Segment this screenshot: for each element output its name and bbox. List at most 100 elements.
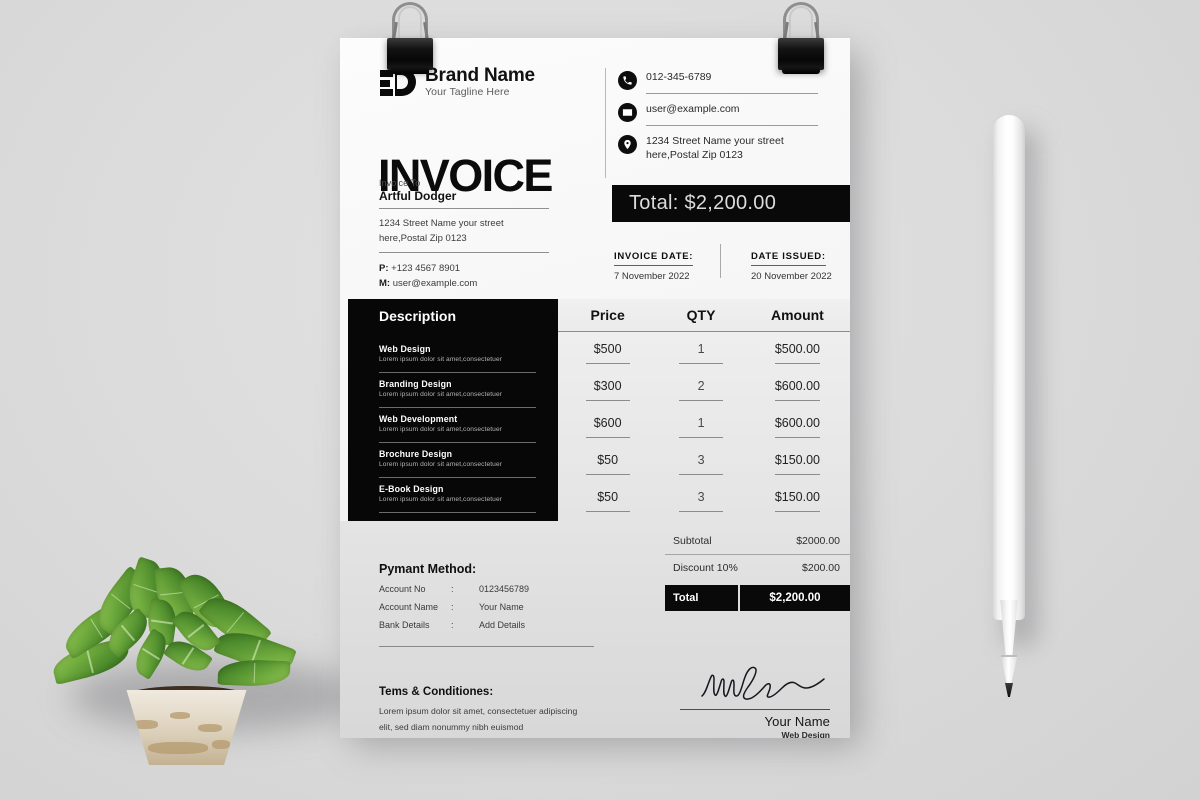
phone-prefix: P: (379, 263, 389, 275)
contact-block: 012-345-6789 user@example.com 1234 Stree… (618, 70, 818, 170)
item-title: Web Development (379, 414, 458, 424)
contact-email: user@example.com (618, 102, 818, 122)
invoice-to-address: 1234 Street Name your street here,Postal… (379, 217, 549, 246)
col-header-amount: Amount (770, 307, 824, 323)
item-price: $50 (585, 453, 630, 476)
item-amount: $600.00 (774, 379, 820, 401)
item-price: $300 (585, 379, 630, 401)
values-column: $500 1 $500.00 $300 2 $600.00 $600 1 $60… (558, 332, 850, 521)
item-qty: 3 (679, 453, 724, 476)
item-amount: $150.00 (774, 453, 820, 476)
payment-row: Account Name : Your Name (379, 602, 594, 612)
binder-clip-left (379, 0, 441, 76)
payment-value: Your Name (479, 602, 524, 612)
terms-line-1: Lorem ipsum dolor sit amet, consectetuer… (379, 706, 578, 716)
item-price: $600 (585, 416, 630, 438)
terms-line-2: elit, sed diam nonummy nibh euismod (379, 721, 524, 732)
table-row-values: $50 3 $150.00 (558, 483, 850, 520)
brand-name: Brand Name (425, 65, 535, 86)
payment-key: Account No (379, 584, 426, 594)
table-row: Brochure Design Lorem ipsum dolor sit am… (348, 443, 558, 478)
payment-row: Account No : 0123456789 (379, 584, 594, 594)
item-sub: Lorem ipsum dolor sit amet,consectetuer (379, 426, 503, 433)
mail-prefix: M: (379, 278, 391, 290)
date-issued-value: 20 November 2022 (751, 271, 832, 282)
invoice-to-label: Invoice To (379, 178, 421, 188)
payment-key: Bank Details (379, 620, 430, 630)
total-value: $2,200.00 (769, 592, 821, 604)
item-sub: Lorem ipsum dolor sit amet,consectetuer (379, 391, 503, 398)
table-row: Web Development Lorem ipsum dolor sit am… (348, 408, 558, 443)
table-row: E-Book Design Lorem ipsum dolor sit amet… (348, 478, 558, 513)
phone-value: +123 4567 8901 (391, 263, 461, 275)
dates-block: INVOICE DATE: 7 November 2022 DATE ISSUE… (614, 246, 844, 282)
payment-value: 0123456789 (479, 584, 530, 594)
item-sub: Lorem ipsum dolor sit amet,consectetuer (379, 461, 503, 468)
invoice-to-name: Artful Dodger (379, 189, 457, 203)
col-header-description: Description (348, 299, 558, 332)
contact-address-text: 1234 Street Name your street here,Postal… (646, 135, 784, 162)
item-qty: 3 (679, 490, 724, 513)
scene: Brand Name Your Tagline Here INVOICE 012… (0, 0, 1200, 800)
item-title: Brochure Design (379, 449, 453, 459)
invoice-to-block: Invoice To Artful Dodger 1234 Street Nam… (379, 178, 549, 300)
contact-address: 1234 Street Name your street here,Postal… (618, 134, 818, 167)
header-divider (605, 68, 606, 178)
col-header-price: Price (590, 307, 625, 323)
terms-body: Lorem ipsum dolor sit amet, consectetuer… (379, 704, 589, 736)
dates-divider (720, 244, 721, 278)
item-title: Branding Design (379, 379, 452, 389)
invoice-date-value: 7 November 2022 (614, 271, 690, 282)
payment-sep: : (451, 602, 454, 612)
payment-row: Bank Details : Add Details (379, 620, 594, 630)
table-row-values: $600 1 $600.00 (558, 408, 850, 445)
item-qty: 1 (679, 342, 724, 364)
item-sub: Lorem ipsum dolor sit amet,consectetuer (379, 356, 503, 363)
col-header-qty: QTY (686, 307, 716, 323)
items-table: Description Price QTY Amount Web Design … (348, 299, 850, 521)
pen-tip-icon (1005, 683, 1013, 697)
invoice-paper: Brand Name Your Tagline Here INVOICE 012… (340, 38, 850, 738)
item-price: $500 (585, 342, 630, 364)
item-title: E-Book Design (379, 484, 444, 494)
items-table-header: Description Price QTY Amount (348, 299, 850, 332)
subtotal-label: Subtotal (673, 535, 712, 547)
signature-name: Your Name (764, 714, 830, 729)
payment-sep: : (451, 620, 454, 630)
payment-method-title: Pymant Method: (379, 562, 477, 576)
payment-sep: : (451, 584, 454, 594)
contact-email-text: user@example.com (646, 103, 740, 115)
address-line-2: here,Postal Zip 0123 (379, 232, 467, 244)
table-row: Branding Design Lorem ipsum dolor sit am… (348, 373, 558, 408)
signature-role: Web Design (781, 730, 831, 738)
terms-title: Tems & Conditiones: (379, 686, 494, 698)
phone-icon (618, 71, 637, 90)
address-line-1: 1234 Street Name your street (379, 218, 504, 229)
invoice-date-col: INVOICE DATE: 7 November 2022 (614, 246, 729, 282)
item-price: $50 (585, 490, 630, 513)
table-row-values: $50 3 $150.00 (558, 446, 850, 483)
table-row-values: $300 2 $600.00 (558, 371, 850, 408)
envelope-icon (618, 103, 637, 122)
item-amount: $600.00 (774, 416, 820, 438)
brand-tagline: Your Tagline Here (425, 85, 510, 98)
total-banner: Total: $2,200.00 (612, 185, 850, 222)
summary-block: Subtotal $2000.00 Discount 10% $200.00 T… (665, 528, 850, 611)
summary-row-discount: Discount 10% $200.00 (665, 555, 850, 581)
summary-row-total: Total $2,200.00 (665, 585, 850, 611)
item-qty: 1 (679, 416, 724, 438)
date-issued-label: DATE ISSUED: (751, 251, 826, 266)
mail-value: user@example.com (392, 278, 478, 290)
item-title: Web Design (379, 344, 431, 354)
payment-key: Account Name (379, 602, 439, 612)
table-row: Web Design Lorem ipsum dolor sit amet,co… (348, 338, 558, 373)
invoice-date-label: INVOICE DATE: (614, 251, 694, 266)
payment-value: Add Details (479, 620, 526, 630)
plant-pot (126, 690, 247, 765)
description-column: Web Design Lorem ipsum dolor sit amet,co… (348, 332, 558, 521)
invoice-to-contact: P: +123 4567 8901 M: user@example.com (379, 262, 549, 291)
item-sub: Lorem ipsum dolor sit amet,consectetuer (379, 496, 503, 503)
binder-clip-right (770, 0, 832, 76)
table-row-values: $500 1 $500.00 (558, 334, 850, 371)
discount-value: $200.00 (802, 562, 840, 574)
